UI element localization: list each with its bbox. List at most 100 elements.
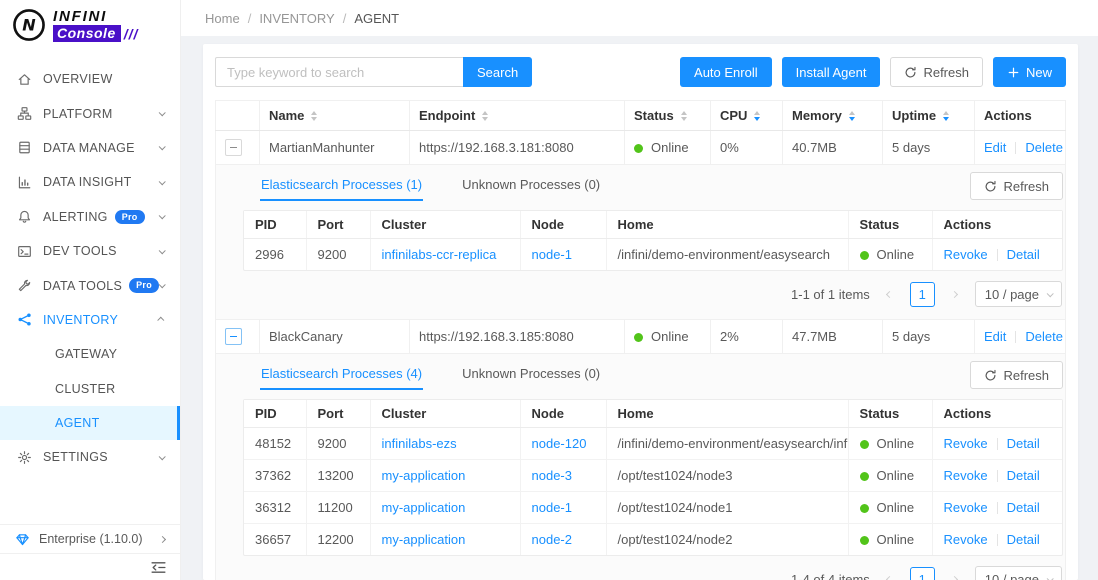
delete-link[interactable]: Delete	[1025, 329, 1063, 344]
page-size-select[interactable]: 10 / page	[975, 566, 1062, 580]
license-item[interactable]: Enterprise (1.10.0)	[0, 525, 180, 553]
detail-link[interactable]: Detail	[1007, 468, 1040, 483]
search-button[interactable]: Search	[463, 57, 532, 87]
column-header-uptime[interactable]: Uptime	[883, 101, 975, 131]
tab-elasticsearch-processes-1[interactable]: Elasticsearch Processes (1)	[260, 171, 423, 201]
prev-page-button[interactable]	[879, 282, 901, 306]
status-dot-icon	[634, 333, 643, 342]
sidebar-item-cluster[interactable]: CLUSTER	[0, 372, 180, 406]
sidebar-item-data-manage[interactable]: DATA MANAGE	[0, 131, 180, 165]
sort-carets-icon[interactable]	[311, 111, 317, 121]
cluster-link[interactable]: infinilabs-ccr-replica	[382, 247, 497, 262]
sort-carets-icon[interactable]	[754, 111, 760, 121]
cluster-link[interactable]: infinilabs-ezs	[382, 436, 457, 451]
sidebar-item-alerting[interactable]: ALERTINGPro	[0, 200, 180, 234]
process-column-header-actions: Actions	[932, 211, 1062, 239]
breadcrumb-inventory[interactable]: INVENTORY	[259, 11, 334, 26]
sidebar-item-overview[interactable]: OVERVIEW	[0, 62, 180, 96]
cluster-link[interactable]: my-application	[382, 532, 466, 547]
tab-elasticsearch-processes-4[interactable]: Elasticsearch Processes (4)	[260, 360, 423, 390]
brand-slashes: ///	[124, 26, 139, 42]
node-link[interactable]: node-3	[532, 468, 572, 483]
sidebar-item-inventory[interactable]: INVENTORY	[0, 303, 180, 337]
column-header-status[interactable]: Status	[625, 101, 711, 131]
page-1-button[interactable]: 1	[910, 282, 935, 307]
column-header-cpu[interactable]: CPU	[711, 101, 783, 131]
breadcrumb-bar: Home/INVENTORY/AGENT	[181, 0, 1098, 36]
cluster-link[interactable]: my-application	[382, 500, 466, 515]
sidebar-item-agent[interactable]: AGENT	[0, 406, 180, 440]
revoke-link[interactable]: Revoke	[944, 247, 988, 262]
sort-carets-icon[interactable]	[482, 111, 488, 121]
page-size-select[interactable]: 10 / page	[975, 281, 1062, 307]
refresh-button[interactable]: Refresh	[890, 57, 983, 87]
new-button[interactable]: New	[993, 57, 1066, 87]
panel-refresh-button[interactable]: Refresh	[970, 361, 1063, 389]
inventory-icon	[17, 312, 32, 327]
detail-link[interactable]: Detail	[1007, 500, 1040, 515]
column-header-endpoint[interactable]: Endpoint	[410, 101, 625, 131]
process-column-header-cluster: Cluster	[370, 211, 520, 239]
panel-refresh-button[interactable]: Refresh	[970, 172, 1063, 200]
revoke-link[interactable]: Revoke	[944, 500, 988, 515]
auto-enroll-button[interactable]: Auto Enroll	[680, 57, 772, 87]
revoke-link[interactable]: Revoke	[944, 436, 988, 451]
install-agent-button[interactable]: Install Agent	[782, 57, 881, 87]
search-input[interactable]	[215, 57, 463, 87]
agent-row: BlackCanaryhttps://192.168.3.185:8080Onl…	[216, 320, 1066, 354]
node-link[interactable]: node-2	[532, 532, 572, 547]
revoke-link[interactable]: Revoke	[944, 468, 988, 483]
brand-product: Console	[53, 25, 121, 42]
detail-link[interactable]: Detail	[1007, 532, 1040, 547]
column-label: Status	[634, 108, 674, 123]
node-link[interactable]: node-1	[532, 247, 572, 262]
node-link[interactable]: node-1	[532, 500, 572, 515]
revoke-link[interactable]: Revoke	[944, 532, 988, 547]
chevron-right-icon	[951, 290, 958, 297]
sidebar-item-dev-tools[interactable]: DEV TOOLS	[0, 234, 180, 268]
app-logo[interactable]: N INFINI Console ///	[0, 0, 180, 48]
collapse-row-button[interactable]	[225, 139, 242, 156]
process-node-cell: node-1	[520, 492, 606, 524]
node-link[interactable]: node-120	[532, 436, 587, 451]
sort-caret-up-icon	[849, 111, 855, 115]
next-page-button[interactable]	[944, 567, 966, 580]
refresh-icon	[904, 66, 917, 79]
sidebar-item-data-insight[interactable]: DATA INSIGHT	[0, 165, 180, 199]
process-status-cell: Online	[848, 524, 932, 556]
detail-link[interactable]: Detail	[1007, 247, 1040, 262]
sidebar-item-platform[interactable]: PLATFORM	[0, 96, 180, 130]
prev-page-button[interactable]	[879, 567, 901, 580]
tab-unknown-processes-0[interactable]: Unknown Processes (0)	[461, 171, 601, 201]
sort-carets-icon[interactable]	[943, 111, 949, 121]
brand-text: INFINI Console ///	[53, 8, 138, 42]
delete-link[interactable]: Delete	[1025, 140, 1063, 155]
process-column-header-node: Node	[520, 400, 606, 428]
detail-link[interactable]: Detail	[1007, 436, 1040, 451]
column-header-name[interactable]: Name	[260, 101, 410, 131]
sort-carets-icon[interactable]	[849, 111, 855, 121]
status-dot-icon	[860, 504, 869, 513]
collapse-row-button[interactable]	[225, 328, 242, 345]
process-home-cell: /infini/demo-environment/easysearch	[606, 239, 848, 271]
column-label: CPU	[720, 108, 747, 123]
sort-carets-icon[interactable]	[681, 111, 687, 121]
edit-link[interactable]: Edit	[984, 140, 1006, 155]
column-header-memory[interactable]: Memory	[783, 101, 883, 131]
sort-caret-down-icon	[681, 117, 687, 121]
page-1-button[interactable]: 1	[910, 567, 935, 580]
breadcrumb-home[interactable]: Home	[205, 11, 240, 26]
sidebar-item-gateway[interactable]: GATEWAY	[0, 337, 180, 371]
agent-cpu-cell: 0%	[711, 131, 783, 165]
column-label: Actions	[984, 108, 1032, 123]
tab-unknown-processes-0[interactable]: Unknown Processes (0)	[461, 360, 601, 390]
actions-divider	[1015, 142, 1016, 154]
process-actions-cell: Revoke Detail	[932, 239, 1062, 271]
sidebar-item-settings[interactable]: SETTINGS	[0, 440, 180, 474]
cluster-link[interactable]: my-application	[382, 468, 466, 483]
process-port-cell: 12200	[306, 524, 370, 556]
next-page-button[interactable]	[944, 282, 966, 306]
sidebar-item-data-tools[interactable]: DATA TOOLSPro	[0, 268, 180, 302]
edit-link[interactable]: Edit	[984, 329, 1006, 344]
menu-fold-icon[interactable]	[150, 559, 167, 576]
